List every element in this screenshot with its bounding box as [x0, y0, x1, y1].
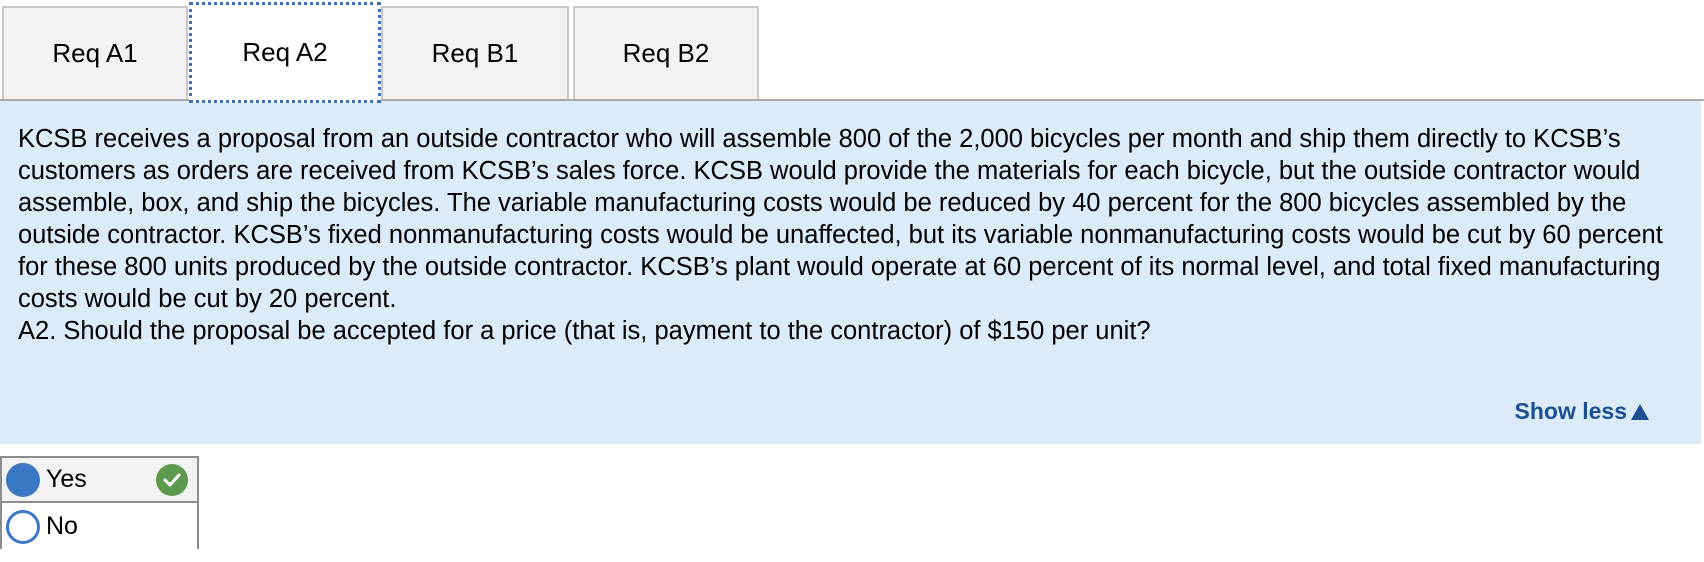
tab-label: Req A1: [52, 38, 138, 68]
answer-radio-group: Yes No: [0, 456, 199, 549]
show-less-link[interactable]: Show less: [1515, 398, 1649, 425]
question-panel: KCSB receives a proposal from an outside…: [0, 101, 1701, 444]
tab-req-b1[interactable]: Req B1: [381, 6, 569, 99]
question-text: KCSB receives a proposal from an outside…: [18, 123, 1688, 347]
option-label: Yes: [46, 465, 87, 493]
show-less-label: Show less: [1514, 398, 1627, 424]
answer-option-no[interactable]: No: [2, 504, 197, 549]
option-label: No: [46, 512, 78, 540]
tab-label: Req B2: [622, 38, 710, 68]
answer-option-yes[interactable]: Yes: [2, 458, 197, 503]
correct-check-icon: [156, 464, 188, 496]
triangle-up-icon: [1631, 403, 1649, 420]
question-paragraph: KCSB receives a proposal from an outside…: [18, 125, 1670, 313]
tab-label: Req A2: [242, 37, 328, 67]
tab-label: Req B1: [431, 38, 519, 68]
tab-req-a1[interactable]: Req A1: [2, 6, 188, 99]
tab-req-a2[interactable]: Req A2: [189, 2, 381, 103]
question-prompt: A2. Should the proposal be accepted for …: [18, 317, 1151, 345]
requirement-tabs: Req A1 Req A2 Req B1 Req B2: [0, 0, 1704, 103]
radio-unchecked-icon[interactable]: [6, 509, 40, 544]
tab-req-b2[interactable]: Req B2: [573, 6, 759, 99]
radio-checked-icon[interactable]: [6, 462, 40, 497]
